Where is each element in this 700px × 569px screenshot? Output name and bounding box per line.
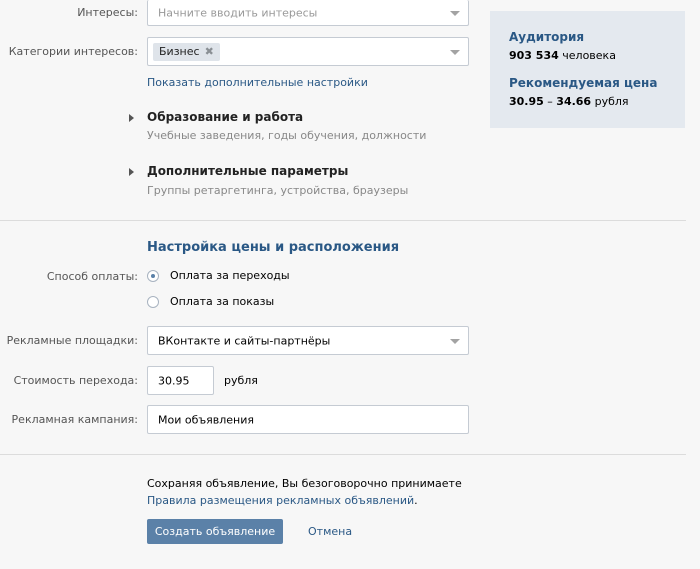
categories-label: Категории интересов: bbox=[8, 45, 138, 58]
platforms-label: Рекламные площадки: bbox=[6, 334, 138, 347]
category-chip: Бизнес ✖ bbox=[153, 43, 220, 61]
radio-pay-per-click[interactable] bbox=[147, 270, 159, 282]
categories-input[interactable]: Бизнес ✖ bbox=[147, 37, 469, 66]
radio-pay-per-click-label[interactable]: Оплата за переходы bbox=[170, 269, 290, 282]
radio-pay-per-impression[interactable] bbox=[147, 296, 159, 308]
section-education-title[interactable]: Образование и работа bbox=[147, 110, 303, 124]
expand-triangle-icon[interactable] bbox=[129, 168, 134, 176]
audience-title: Аудитория bbox=[509, 30, 585, 44]
rules-line: Правила размещения рекламных объявлений. bbox=[147, 494, 418, 507]
interests-input[interactable]: Начните вводить интересы bbox=[147, 0, 469, 26]
cost-input[interactable]: 30.95 bbox=[147, 366, 214, 395]
expand-triangle-icon[interactable] bbox=[129, 114, 134, 122]
audience-count: 903 534 человека bbox=[509, 49, 616, 62]
platforms-select[interactable]: ВКонтакте и сайты-партнёры bbox=[147, 326, 469, 355]
chip-remove-icon[interactable]: ✖ bbox=[205, 45, 214, 58]
recommended-price-title: Рекомендуемая цена bbox=[509, 76, 658, 90]
recommended-price: 30.95 – 34.66 рубля bbox=[509, 95, 629, 108]
price-from: 30.95 bbox=[509, 95, 544, 108]
radio-pay-per-impression-label[interactable]: Оплата за показы bbox=[170, 295, 274, 308]
audience-count-value: 903 534 bbox=[509, 49, 559, 62]
price-dash: – bbox=[547, 95, 553, 108]
cancel-link[interactable]: Отмена bbox=[308, 525, 352, 538]
chevron-down-icon[interactable] bbox=[450, 49, 460, 55]
price-to: 34.66 bbox=[556, 95, 592, 108]
payment-label: Способ оплаты: bbox=[46, 270, 138, 283]
divider bbox=[0, 454, 686, 455]
interests-placeholder: Начните вводить интересы bbox=[158, 6, 318, 19]
section-education-subtitle: Учебные заведения, годы обучения, должно… bbox=[147, 129, 427, 142]
platforms-value: ВКонтакте и сайты-партнёры bbox=[158, 334, 331, 347]
cost-unit: рубля bbox=[224, 374, 258, 387]
chevron-down-icon[interactable] bbox=[450, 10, 460, 16]
campaign-value: Мои объявления bbox=[158, 413, 255, 426]
cost-value: 30.95 bbox=[158, 374, 190, 387]
cost-label: Стоимость перехода: bbox=[13, 374, 138, 387]
campaign-label: Рекламная кампания: bbox=[11, 413, 138, 426]
interests-label: Интересы: bbox=[77, 6, 138, 19]
section-additional-subtitle: Группы ретаргетинга, устройства, браузер… bbox=[147, 184, 409, 197]
agreement-text: Сохраняя объявление, Вы безоговорочно пр… bbox=[147, 477, 462, 490]
pricing-heading: Настройка цены и расположения bbox=[147, 240, 400, 255]
price-unit: рубля bbox=[594, 95, 629, 108]
audience-count-unit: человека bbox=[562, 49, 616, 62]
create-ad-button[interactable]: Создать объявление bbox=[147, 519, 283, 544]
rules-period: . bbox=[414, 494, 418, 507]
divider bbox=[0, 220, 686, 221]
category-chip-label: Бизнес bbox=[159, 45, 200, 58]
section-additional-title[interactable]: Дополнительные параметры bbox=[147, 164, 348, 178]
chevron-down-icon[interactable] bbox=[450, 338, 460, 344]
rules-link[interactable]: Правила размещения рекламных объявлений bbox=[147, 494, 414, 507]
more-settings-link[interactable]: Показать дополнительные настройки bbox=[147, 76, 368, 89]
campaign-input[interactable]: Мои объявления bbox=[147, 405, 469, 434]
audience-panel: Аудитория 903 534 человека Рекомендуемая… bbox=[490, 11, 685, 128]
